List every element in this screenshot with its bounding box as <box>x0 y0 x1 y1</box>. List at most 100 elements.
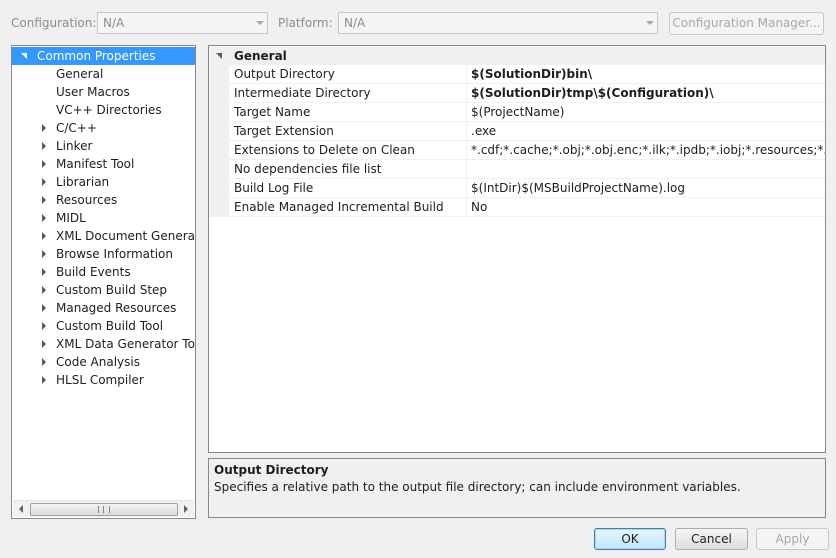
chevron-down-icon <box>646 21 654 25</box>
property-value[interactable]: $(SolutionDir)tmp\$(Configuration)\ <box>467 84 825 103</box>
tree-item-label: HLSL Compiler <box>56 373 144 387</box>
property-row-extensions-to-delete-on-clean[interactable]: Extensions to Delete on Clean *.cdf;*.cac… <box>209 141 825 160</box>
apply-button[interactable]: Apply <box>756 528 829 550</box>
tree-item-manifest-tool[interactable]: Manifest Tool <box>12 155 195 173</box>
tree-item-midl[interactable]: MIDL <box>12 209 195 227</box>
property-value[interactable]: No <box>467 198 825 217</box>
tree-item-general[interactable]: General <box>12 65 195 83</box>
tree-item-label: Build Events <box>56 265 131 279</box>
tree-item-label: Resources <box>56 193 118 207</box>
row-gutter <box>209 141 229 160</box>
row-gutter <box>209 65 229 84</box>
collapsed-triangle-icon[interactable] <box>42 376 46 384</box>
tree-item-resources[interactable]: Resources <box>12 191 195 209</box>
property-value[interactable]: $(IntDir)$(MSBuildProjectName).log <box>467 179 825 198</box>
property-grid[interactable]: General Output Directory $(SolutionDir)bi… <box>208 45 826 453</box>
collapsed-triangle-icon[interactable] <box>42 250 46 258</box>
tree-item-code-analysis[interactable]: Code Analysis <box>12 353 195 371</box>
property-row-target-extension[interactable]: Target Extension .exe <box>209 122 825 141</box>
tree-item-c-c[interactable]: C/C++ <box>12 119 195 137</box>
collapsed-triangle-icon[interactable] <box>42 304 46 312</box>
tree-item-common-properties[interactable]: Common Properties <box>12 47 195 65</box>
category-header-general[interactable]: General <box>209 47 825 65</box>
tree-item-build-events[interactable]: Build Events <box>12 263 195 281</box>
property-row-enable-managed-incremental-build[interactable]: Enable Managed Incremental Build No <box>209 198 825 217</box>
property-row-output-directory[interactable]: Output Directory $(SolutionDir)bin\ <box>209 65 825 84</box>
tree-item-vc-directories[interactable]: VC++ Directories <box>12 101 195 119</box>
tree-item-user-macros[interactable]: User Macros <box>12 83 195 101</box>
property-name[interactable]: No dependencies file list <box>229 160 467 179</box>
property-row-target-name[interactable]: Target Name $(ProjectName) <box>209 103 825 122</box>
property-row-build-log-file[interactable]: Build Log File $(IntDir)$(MSBuildProjectN… <box>209 179 825 198</box>
property-row-intermediate-directory[interactable]: Intermediate Directory $(SolutionDir)tmp\… <box>209 84 825 103</box>
tree-item-label: Custom Build Tool <box>56 319 164 333</box>
property-name[interactable]: Output Directory <box>229 65 467 84</box>
property-value[interactable]: *.cdf;*.cache;*.obj;*.obj.enc;*.ilk;*.ip… <box>467 141 825 160</box>
horizontal-scrollbar[interactable] <box>13 500 194 517</box>
tree-item-label: Librarian <box>56 175 110 189</box>
property-row-no-dependencies-file-list[interactable]: No dependencies file list <box>209 160 825 179</box>
tree-item-xml-data-generator-tool[interactable]: XML Data Generator Tool <box>12 335 195 353</box>
property-name[interactable]: Target Extension <box>229 122 467 141</box>
scrollbar-thumb[interactable] <box>30 503 178 516</box>
tree-item-custom-build-step[interactable]: Custom Build Step <box>12 281 195 299</box>
tree-item-hlsl-compiler[interactable]: HLSL Compiler <box>12 371 195 389</box>
cancel-button[interactable]: Cancel <box>675 528 748 550</box>
platform-label: Platform: <box>278 16 333 30</box>
tree-item-label: User Macros <box>56 85 130 99</box>
ok-button[interactable]: OK <box>594 528 666 550</box>
collapsed-triangle-icon[interactable] <box>42 178 46 186</box>
platform-value: N/A <box>344 16 366 30</box>
collapsed-triangle-icon[interactable] <box>42 232 46 240</box>
collapsed-triangle-icon[interactable] <box>42 124 46 132</box>
grip-icon <box>98 506 110 513</box>
scroll-left-icon[interactable] <box>19 505 23 513</box>
collapsed-triangle-icon[interactable] <box>42 160 46 168</box>
collapsed-triangle-icon[interactable] <box>42 142 46 150</box>
property-page-tree[interactable]: Common Properties General User Macros VC++ … <box>11 45 196 519</box>
property-name[interactable]: Extensions to Delete on Clean <box>229 141 467 160</box>
collapsed-triangle-icon[interactable] <box>42 358 46 366</box>
expanded-triangle-icon[interactable] <box>21 53 27 59</box>
tree-item-librarian[interactable]: Librarian <box>12 173 195 191</box>
description-panel: Output Directory Specifies a relative pa… <box>208 458 826 518</box>
collapsed-triangle-icon[interactable] <box>42 286 46 294</box>
description-title: Output Directory <box>214 463 329 477</box>
tree-item-browse-information[interactable]: Browse Information <box>12 245 195 263</box>
row-gutter <box>209 84 229 103</box>
tree-item-label: Manifest Tool <box>56 157 135 171</box>
configuration-select[interactable]: N/A <box>97 12 268 34</box>
property-value[interactable] <box>467 160 825 179</box>
property-name[interactable]: Build Log File <box>229 179 467 198</box>
tree-item-label: Linker <box>56 139 93 153</box>
property-name[interactable]: Target Name <box>229 103 467 122</box>
tree-item-linker[interactable]: Linker <box>12 137 195 155</box>
configuration-manager-button[interactable]: Configuration Manager... <box>669 12 824 35</box>
tree-item-label: Custom Build Step <box>56 283 168 297</box>
collapse-icon[interactable] <box>216 53 222 59</box>
property-value[interactable]: .exe <box>467 122 825 141</box>
tree-item-label: XML Document Generator <box>56 229 196 243</box>
configuration-value: N/A <box>103 16 125 30</box>
row-gutter <box>209 103 229 122</box>
property-name[interactable]: Intermediate Directory <box>229 84 467 103</box>
tree-item-managed-resources[interactable]: Managed Resources <box>12 299 195 317</box>
description-text: Specifies a relative path to the output … <box>214 480 741 494</box>
platform-select[interactable]: N/A <box>338 12 658 34</box>
row-gutter <box>209 160 229 179</box>
property-value[interactable]: $(SolutionDir)bin\ <box>467 65 825 84</box>
collapsed-triangle-icon[interactable] <box>42 268 46 276</box>
collapsed-triangle-icon[interactable] <box>42 214 46 222</box>
tree-item-custom-build-tool[interactable]: Custom Build Tool <box>12 317 195 335</box>
property-value[interactable]: $(ProjectName) <box>467 103 825 122</box>
tree-item-label: MIDL <box>56 211 86 225</box>
scroll-right-icon[interactable] <box>184 505 188 513</box>
tree-item-xml-document-generator[interactable]: XML Document Generator <box>12 227 195 245</box>
tree-item-label: Common Properties <box>37 49 156 63</box>
collapsed-triangle-icon[interactable] <box>42 196 46 204</box>
tree-item-label: Managed Resources <box>56 301 177 315</box>
collapsed-triangle-icon[interactable] <box>42 322 46 330</box>
collapsed-triangle-icon[interactable] <box>42 340 46 348</box>
property-name[interactable]: Enable Managed Incremental Build <box>229 198 467 217</box>
category-label: General <box>234 49 287 63</box>
